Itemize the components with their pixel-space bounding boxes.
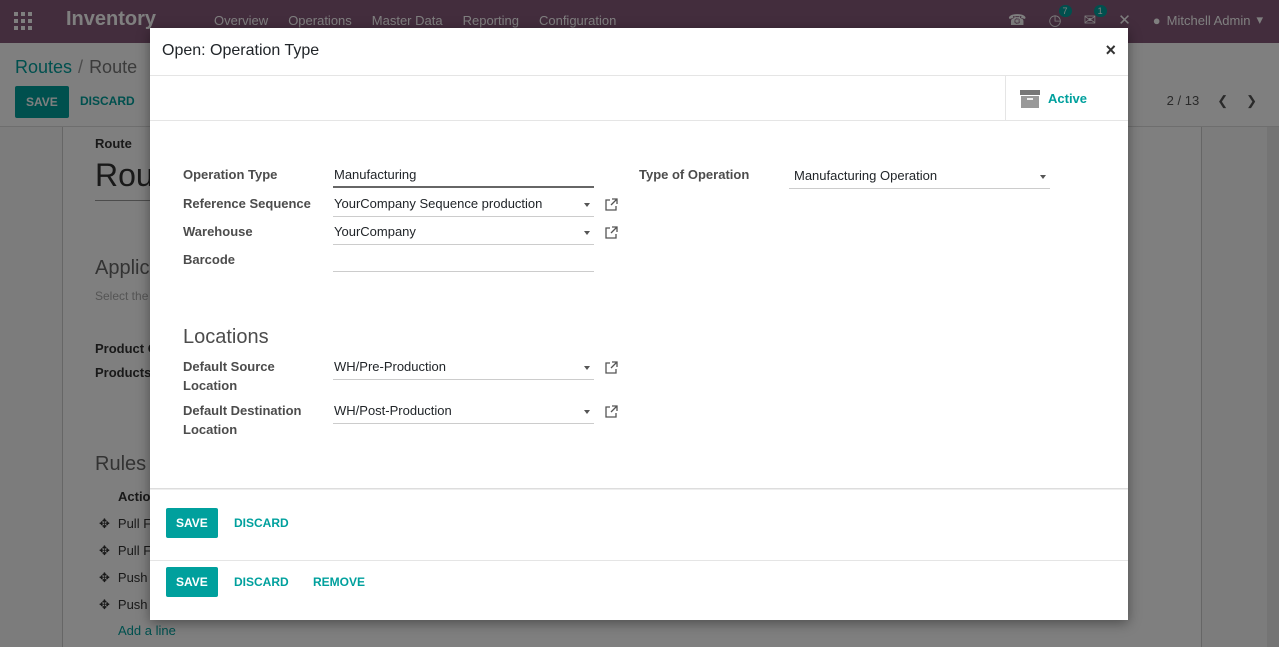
close-icon[interactable]: ×	[1105, 40, 1116, 61]
button-box: Active	[150, 76, 1128, 121]
dialog-title: Open: Operation Type	[162, 42, 320, 59]
reference-sequence-select[interactable]: YourCompany Sequence production	[333, 193, 594, 217]
operation-type-label: Operation Type	[183, 167, 278, 182]
external-link-icon[interactable]	[605, 405, 618, 418]
external-link-icon[interactable]	[605, 198, 618, 211]
default-source-location-label: Default Source Location	[183, 359, 275, 393]
dialog-header: Open: Operation Type ×	[150, 28, 1128, 76]
archive-icon	[1020, 89, 1040, 108]
default-destination-location-select[interactable]: WH/Post-Production	[333, 400, 594, 424]
inner-save-button[interactable]: SAVE	[166, 508, 218, 538]
reference-sequence-value: YourCompany Sequence production	[334, 196, 543, 211]
active-toggle-button[interactable]: Active	[1005, 76, 1128, 121]
operation-type-input[interactable]: Manufacturing	[333, 164, 594, 188]
warehouse-select[interactable]: YourCompany	[333, 221, 594, 245]
operation-type-form: Operation Type Manufacturing Reference S…	[150, 122, 1128, 488]
chevron-down-icon	[584, 366, 590, 370]
barcode-label: Barcode	[183, 252, 236, 267]
default-destination-location-label: Default Destination Location	[183, 403, 302, 437]
default-source-location-select[interactable]: WH/Pre-Production	[333, 356, 594, 380]
warehouse-label: Warehouse	[183, 224, 253, 239]
save-button[interactable]: SAVE	[166, 567, 218, 597]
chevron-down-icon	[584, 203, 590, 207]
type-of-operation-label: Type of Operation	[639, 167, 750, 182]
remove-button[interactable]: REMOVE	[313, 567, 365, 597]
inner-form-footer: SAVE DISCARD	[150, 488, 1128, 560]
type-of-operation-value: Manufacturing Operation	[794, 168, 938, 183]
inner-discard-button[interactable]: DISCARD	[234, 508, 289, 538]
default-destination-location-value: WH/Post-Production	[334, 403, 452, 418]
chevron-down-icon	[584, 231, 590, 235]
default-source-location-value: WH/Pre-Production	[334, 359, 446, 374]
type-of-operation-select[interactable]: Manufacturing Operation	[789, 165, 1050, 189]
chevron-down-icon	[1040, 175, 1046, 179]
external-link-icon[interactable]	[605, 226, 618, 239]
active-label: Active	[1048, 91, 1088, 106]
warehouse-value: YourCompany	[334, 224, 416, 239]
operation-type-dialog: Open: Operation Type × Active Operation …	[150, 28, 1128, 620]
discard-button[interactable]: DISCARD	[234, 567, 289, 597]
reference-sequence-label: Reference Sequence	[183, 196, 311, 211]
external-link-icon[interactable]	[605, 361, 618, 374]
dialog-footer: SAVE DISCARD REMOVE	[150, 560, 1128, 620]
barcode-input[interactable]	[333, 248, 594, 272]
locations-title: Locations	[183, 326, 269, 348]
chevron-down-icon	[584, 410, 590, 414]
